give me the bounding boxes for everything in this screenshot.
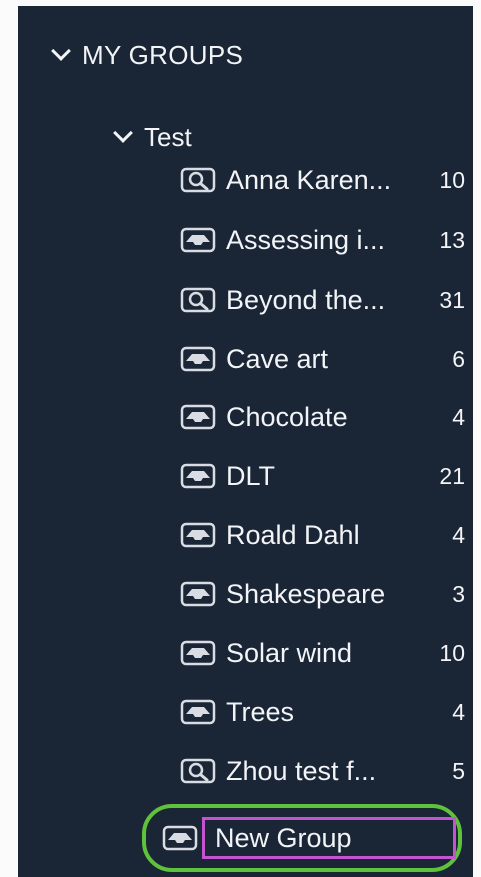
group-tray-icon [180, 581, 216, 607]
groups-sidebar: MY GROUPS Test Anna Karen... 10 Assessing … [18, 6, 473, 877]
group-item[interactable]: Trees 4 [180, 692, 465, 732]
group-item[interactable]: Cave art 6 [180, 339, 465, 379]
section-header-label: MY GROUPS [82, 39, 244, 70]
group-item-count: 4 [452, 403, 465, 430]
group-label: Test [144, 121, 192, 152]
group-tray-icon [180, 699, 216, 725]
group-test[interactable]: Test [113, 118, 192, 156]
group-item-label: Cave art [226, 343, 329, 374]
group-item-count: 4 [452, 698, 465, 725]
my-groups-header[interactable]: MY GROUPS [51, 36, 244, 74]
group-item-label: Shakespeare [226, 578, 386, 609]
group-item-label: Solar wind [226, 637, 353, 668]
chevron-down-icon[interactable] [51, 40, 71, 61]
saved-search-icon [180, 758, 216, 784]
group-item-label: Zhou test f... [226, 755, 377, 786]
group-item-count: 4 [452, 521, 465, 548]
group-item-label: DLT [226, 460, 276, 491]
group-item[interactable]: Zhou test f... 5 [180, 751, 465, 791]
group-tray-icon [180, 346, 216, 372]
group-item-count: 13 [439, 226, 465, 253]
group-item-count: 21 [439, 462, 465, 489]
group-tray-icon [162, 825, 198, 851]
group-item-label: Assessing i... [226, 224, 386, 255]
group-item-label: Anna Karen... [226, 164, 392, 195]
group-item-count: 10 [439, 166, 465, 193]
group-tray-icon [180, 522, 216, 548]
group-item-label: Beyond the... [226, 284, 386, 315]
group-tray-icon [180, 227, 216, 253]
group-item[interactable]: Chocolate 4 [180, 397, 465, 437]
group-item-count: 5 [452, 757, 465, 784]
group-item-count: 10 [439, 639, 465, 666]
group-tray-icon [180, 404, 216, 430]
group-item-count: 31 [439, 286, 465, 313]
group-item-label: Roald Dahl [226, 519, 360, 550]
group-item[interactable]: DLT 21 [180, 456, 465, 496]
group-item-label: Chocolate [226, 401, 348, 432]
group-item[interactable]: Assessing i... 13 [180, 220, 465, 260]
saved-search-icon [180, 287, 216, 313]
group-item-count: 6 [452, 345, 465, 372]
group-item[interactable]: Anna Karen... 10 [180, 160, 465, 200]
new-group-name-input[interactable] [202, 817, 456, 859]
group-item-label: Trees [226, 696, 295, 727]
group-tray-icon [180, 640, 216, 666]
group-item[interactable]: Beyond the... 31 [180, 280, 465, 320]
group-item[interactable]: Roald Dahl 4 [180, 515, 465, 555]
group-item[interactable]: Solar wind 10 [180, 633, 465, 673]
group-tray-icon [180, 463, 216, 489]
group-item[interactable]: Shakespeare 3 [180, 574, 465, 614]
new-group-row[interactable] [162, 816, 456, 860]
saved-search-icon [180, 167, 216, 193]
chevron-down-icon[interactable] [113, 122, 133, 143]
group-item-count: 3 [452, 580, 465, 607]
